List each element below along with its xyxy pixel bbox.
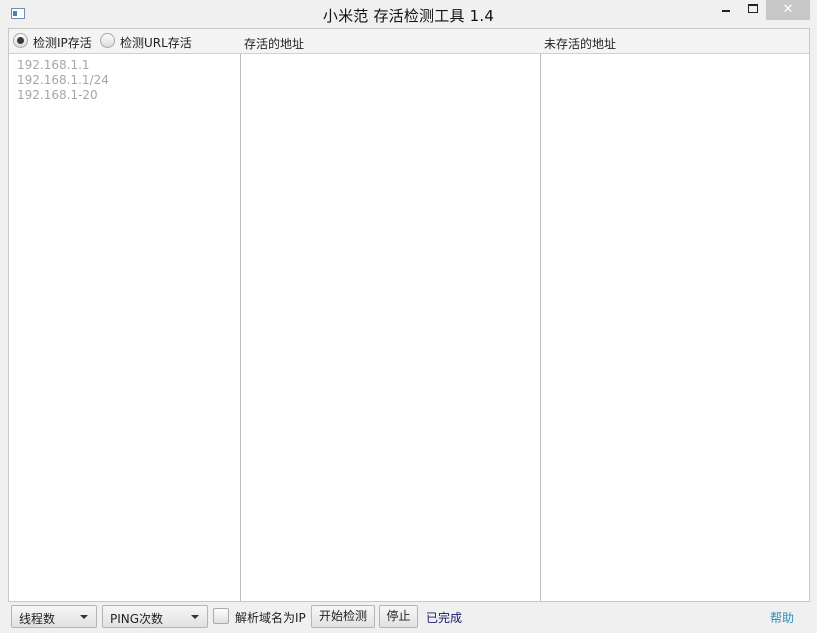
bottom-toolbar: 线程数 PING次数 解析域名为IP 开始检测 停止 已完成 帮助: [0, 602, 817, 633]
header-row: 检测IP存活 检测URL存活 存活的地址 未存活的地址: [9, 29, 809, 54]
threads-combo-label: 线程数: [19, 612, 56, 626]
threads-combo[interactable]: 线程数: [11, 605, 97, 628]
help-link[interactable]: 帮助: [770, 609, 794, 626]
dead-column-title: 未存活的地址: [544, 37, 617, 51]
status-text: 已完成: [426, 611, 463, 625]
resolve-domain-label[interactable]: 解析域名为IP: [235, 609, 306, 626]
title-bar: 小米范 存活检测工具 1.4 ✕: [0, 0, 817, 28]
address-input-area[interactable]: 192.168.1.1 192.168.1.1/24 192.168.1-20: [9, 54, 239, 601]
stop-button[interactable]: 停止: [379, 605, 418, 628]
radio-detect-ip-label[interactable]: 检测IP存活: [33, 34, 92, 51]
radio-detect-ip[interactable]: [13, 33, 28, 48]
maximize-icon[interactable]: [740, 0, 766, 20]
address-input-placeholder: 192.168.1.1 192.168.1.1/24 192.168.1-20: [17, 58, 109, 102]
alive-address-list[interactable]: [240, 54, 539, 601]
dead-address-list[interactable]: [540, 54, 809, 601]
ping-count-combo[interactable]: PING次数: [102, 605, 208, 628]
radio-detect-url[interactable]: [100, 33, 115, 48]
start-detect-button[interactable]: 开始检测: [311, 605, 375, 628]
alive-column-title: 存活的地址: [244, 37, 305, 51]
close-icon[interactable]: ✕: [766, 0, 810, 20]
radio-detect-url-label[interactable]: 检测URL存活: [120, 34, 192, 51]
ping-count-combo-label: PING次数: [110, 612, 164, 626]
window-title: 小米范 存活检测工具 1.4: [322, 7, 495, 25]
chevron-down-icon: [191, 615, 199, 619]
resolve-domain-checkbox[interactable]: [213, 608, 229, 624]
minimize-icon[interactable]: [712, 0, 740, 20]
chevron-down-icon: [80, 615, 88, 619]
